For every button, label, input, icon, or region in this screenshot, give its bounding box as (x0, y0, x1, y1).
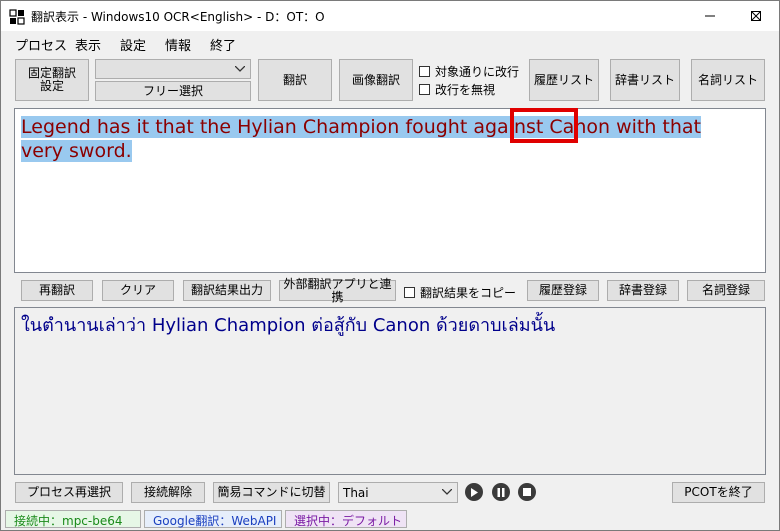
checkbox-box (419, 84, 430, 95)
stop-button[interactable] (518, 483, 536, 501)
fixed-translation-settings-button[interactable]: 固定翻訳 設定 (15, 59, 89, 101)
checkbox-label: 改行を無視 (435, 83, 496, 97)
close-button[interactable] (733, 1, 779, 31)
export-result-button[interactable]: 翻訳結果出力 (183, 280, 271, 301)
translation-output-pane[interactable]: ในตำนานเล่าว่า Hylian Champion ต่อสู้กับ… (14, 307, 766, 475)
pause-button[interactable] (492, 483, 510, 501)
image-translate-button[interactable]: 画像翻訳 (339, 59, 413, 101)
register-noun-button[interactable]: 名詞登録 (687, 280, 765, 301)
language-value: Thai (343, 486, 369, 500)
noun-list-button[interactable]: 名詞リスト (691, 59, 765, 101)
menu-process[interactable]: プロセス (15, 35, 67, 54)
copy-result-checkbox[interactable]: 翻訳結果をコピー (404, 284, 516, 301)
menu-bar: プロセス 表示 設定 情報 終了 (1, 31, 779, 55)
checkbox-label: 翻訳結果をコピー (420, 286, 517, 300)
status-connection: 接続中：mpc-be64 (5, 510, 141, 528)
newline-as-target-checkbox[interactable]: 対象通りに改行 (419, 63, 519, 80)
quit-pcot-button[interactable]: PCOTを終了 (672, 482, 765, 503)
dictionary-list-button[interactable]: 辞書リスト (610, 59, 680, 101)
app-icon (9, 9, 25, 25)
clear-button[interactable]: クリア (102, 280, 174, 301)
checkbox-box (419, 66, 430, 77)
status-engine: Google翻訳：WebAPI (144, 510, 282, 528)
window-title: 翻訳表示 - Windows10 OCR<English> - D：OT：O (31, 10, 325, 24)
minimize-button[interactable] (687, 1, 733, 31)
play-button[interactable] (465, 483, 483, 501)
retranslate-button[interactable]: 再翻訳 (21, 280, 93, 301)
title-bar: 翻訳表示 - Windows10 OCR<English> - D：OT：O (1, 1, 779, 31)
translation-text: ในตำนานเล่าว่า Hylian Champion ต่อสู้กับ… (21, 315, 556, 336)
checkbox-box (404, 287, 415, 298)
source-text-pane[interactable]: Legend has it that the Hylian Champion f… (14, 108, 766, 273)
translate-button[interactable]: 翻訳 (258, 59, 332, 101)
source-text: Legend has it that the Hylian Champion f… (21, 115, 721, 163)
external-app-button[interactable]: 外部翻訳アプリと連携 (279, 277, 396, 303)
region-select[interactable] (95, 59, 251, 79)
minimize-icon (705, 15, 715, 17)
history-list-button[interactable]: 履歴リスト (529, 59, 599, 101)
free-select-button[interactable]: フリー選択 (95, 81, 251, 101)
status-selection: 選択中：デフォルト (285, 510, 407, 528)
chevron-down-icon (442, 489, 452, 495)
menu-settings[interactable]: 設定 (120, 35, 146, 54)
menu-exit[interactable]: 終了 (210, 35, 236, 54)
source-text-before: Legend has it that the Hylian Champion f… (21, 116, 550, 138)
simple-command-button[interactable]: 簡易コマンドに切替 (213, 482, 330, 503)
menu-info[interactable]: 情報 (165, 35, 191, 54)
close-icon (751, 11, 761, 21)
pause-icon (497, 487, 505, 497)
stop-icon (523, 488, 531, 496)
ocr-highlight-box (510, 108, 578, 143)
register-dictionary-button[interactable]: 辞書登録 (607, 280, 679, 301)
play-icon (471, 487, 478, 497)
register-history-button[interactable]: 履歴登録 (527, 280, 599, 301)
app-window: 翻訳表示 - Windows10 OCR<English> - D：OT：O プ… (0, 0, 780, 531)
disconnect-button[interactable]: 接続解除 (131, 482, 205, 503)
menu-view[interactable]: 表示 (75, 35, 101, 54)
ignore-newline-checkbox[interactable]: 改行を無視 (419, 81, 495, 98)
checkbox-label: 対象通りに改行 (435, 65, 520, 79)
reselect-process-button[interactable]: プロセス再選択 (15, 482, 123, 503)
language-select[interactable]: Thai (338, 482, 458, 503)
chevron-down-icon (235, 66, 245, 72)
